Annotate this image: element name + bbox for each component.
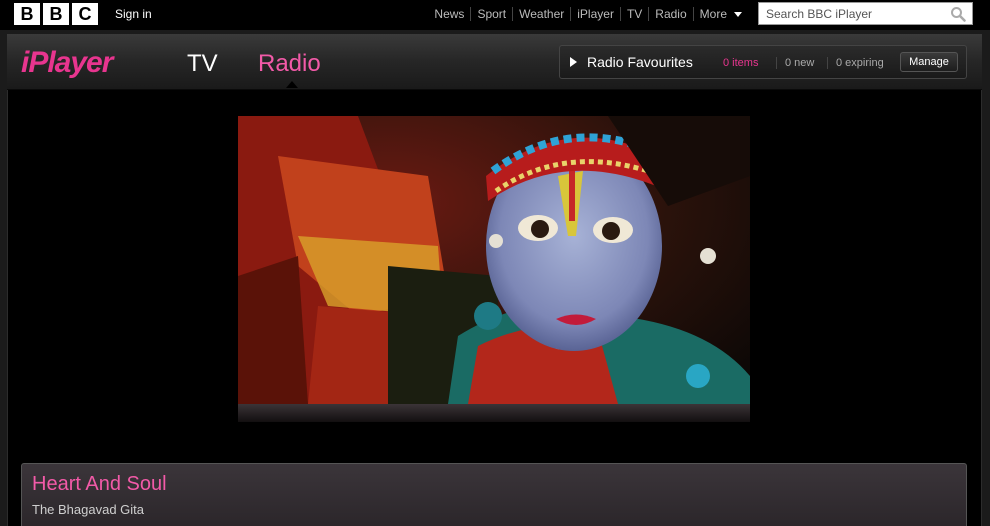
active-tab-pointer — [286, 81, 298, 88]
featured-image-reflection — [238, 404, 750, 422]
search-input[interactable] — [759, 3, 939, 24]
bbc-logo-letter: B — [14, 3, 40, 25]
nav-news[interactable]: News — [428, 7, 470, 21]
sign-in-link[interactable]: Sign in — [115, 7, 152, 21]
search-box — [758, 2, 973, 25]
nav-iplayer[interactable]: iPlayer — [570, 7, 620, 21]
nav-more-label: More — [699, 7, 727, 21]
radio-favourites-bar: Radio Favourites 0 items 0 new 0 expirin… — [559, 45, 967, 79]
nav-tv[interactable]: TV — [619, 7, 648, 21]
iplayer-logo[interactable]: iPlayer — [21, 46, 113, 80]
favourites-items-count[interactable]: 0 items — [715, 57, 758, 69]
chevron-down-icon — [734, 12, 742, 18]
nav-radio[interactable]: Radio — [648, 7, 692, 21]
bbc-logo[interactable]: B B C — [14, 3, 98, 25]
bbc-nav: News Sport Weather iPlayer TV Radio More — [428, 7, 748, 21]
play-icon[interactable] — [570, 57, 577, 67]
featured-programme-panel[interactable]: Heart And Soul The Bhagavad Gita — [21, 463, 967, 526]
tab-radio[interactable]: Radio — [258, 50, 321, 78]
bbc-global-bar: B B C Sign in News Sport Weather iPlayer… — [0, 0, 990, 30]
favourites-new-count: 0 new — [776, 57, 814, 69]
favourites-expiring-count: 0 expiring — [827, 57, 884, 69]
featured-image[interactable] — [238, 116, 750, 404]
krishna-portrait-illustration — [238, 116, 750, 404]
programme-title[interactable]: Heart And Soul — [32, 473, 167, 496]
manage-button[interactable]: Manage — [900, 52, 958, 72]
search-icon[interactable] — [950, 6, 966, 22]
nav-weather[interactable]: Weather — [512, 7, 570, 21]
bbc-logo-letter: C — [72, 3, 98, 25]
programme-subtitle: The Bhagavad Gita — [32, 502, 145, 517]
nav-sport[interactable]: Sport — [470, 7, 512, 21]
nav-more[interactable]: More — [692, 7, 748, 21]
bbc-logo-letter: B — [43, 3, 69, 25]
iplayer-header: iPlayer TV Radio Radio Favourites 0 item… — [7, 34, 982, 90]
tab-tv[interactable]: TV — [187, 50, 218, 78]
favourites-label[interactable]: Radio Favourites — [587, 54, 693, 70]
